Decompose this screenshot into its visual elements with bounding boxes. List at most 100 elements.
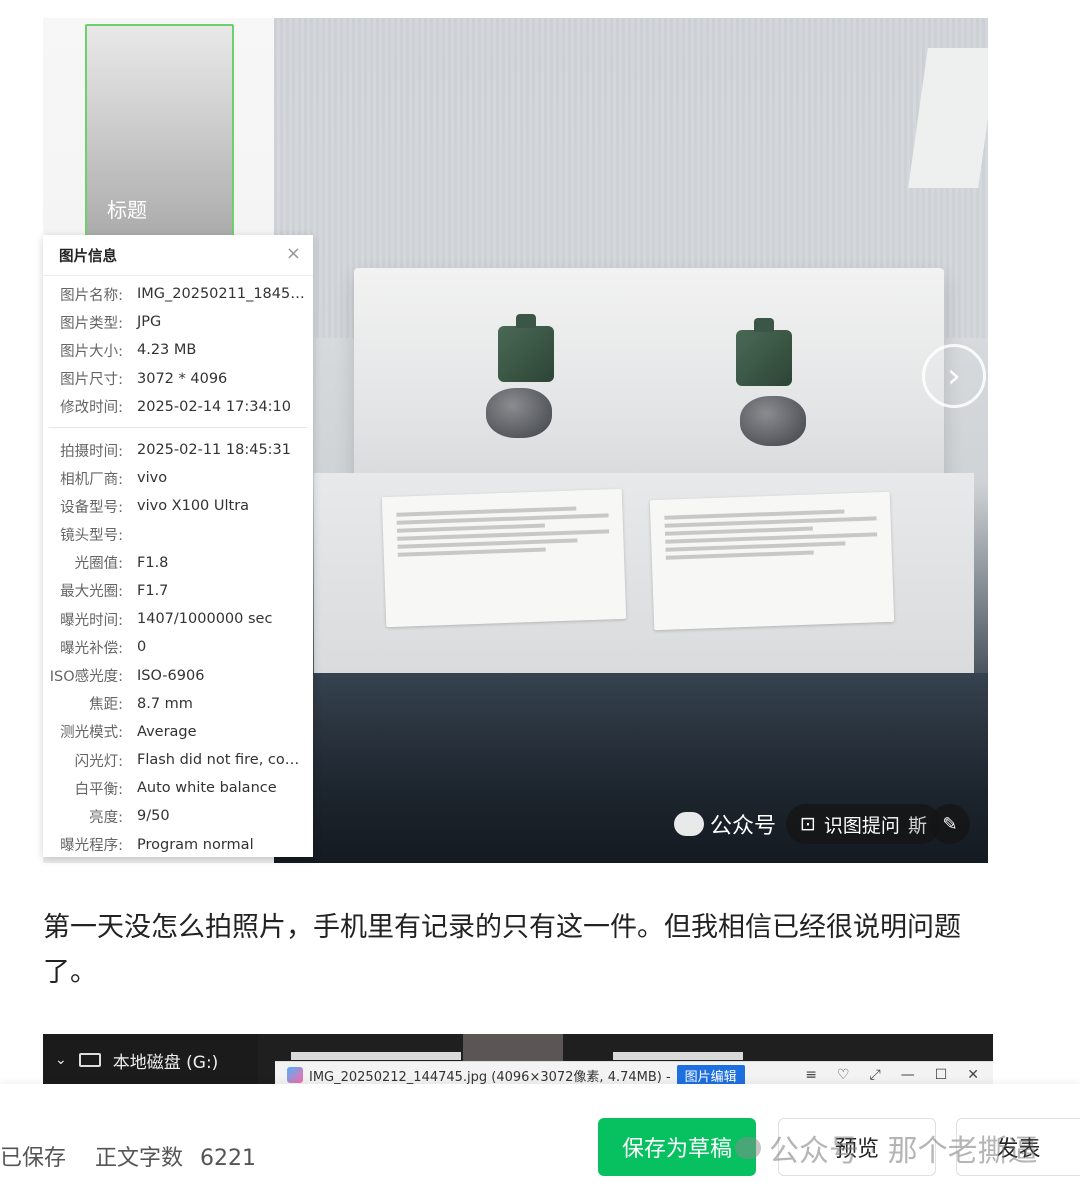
info-key: 修改时间: [60, 400, 123, 417]
saved-status-text: 已保存 [0, 1146, 67, 1171]
info-row: 设备型号: vivo X100 Ultra [43, 492, 313, 520]
chevron-down-icon: ⌄ [55, 1052, 67, 1068]
preview-button[interactable]: 预览 [778, 1118, 936, 1176]
viewer-edit-button[interactable]: 图片编辑 [676, 1064, 745, 1086]
info-key: 图片尺寸: [60, 372, 123, 389]
photo-watermark: 公众号 [674, 808, 776, 840]
info-row: 亮度: 9/50 [43, 802, 313, 830]
info-row: 图片大小: 4.23 MB [43, 336, 313, 364]
info-value: 1407/1000000 sec [137, 611, 273, 628]
word-count-label: 正文字数 [95, 1146, 184, 1171]
info-value: Flash did not fire, comp... [137, 752, 305, 769]
info-divider [49, 426, 307, 428]
info-row: 镜头型号: [43, 521, 313, 549]
fullscreen-icon[interactable]: ⤢ [870, 1067, 881, 1083]
info-value: 3072 * 4096 [137, 370, 228, 387]
photo-watermark-text: 公众号 [710, 814, 777, 839]
article-cover-thumbnail[interactable]: 标题 [85, 24, 234, 250]
info-key: 曝光时间: [60, 612, 123, 629]
drive-icon [78, 1053, 101, 1067]
viewer-app-icon [287, 1067, 303, 1083]
info-value: ISO-6906 [137, 667, 205, 684]
image-edit-icon: ✎ [942, 813, 958, 835]
info-row: 曝光程序: Program normal [43, 831, 313, 859]
info-row: 图片尺寸: 3072 * 4096 [43, 365, 313, 393]
info-row: 图片名称: IMG_20250211_184531 [43, 280, 313, 308]
photo-seal-left [498, 314, 554, 382]
explorer-thumbnail [613, 1052, 743, 1060]
close-icon[interactable]: × [286, 243, 301, 264]
info-value: 8.7 mm [137, 695, 193, 712]
menu-icon[interactable]: ≡ [805, 1067, 817, 1083]
info-row: 曝光补偿: 0 [43, 633, 313, 661]
info-value: 4.23 MB [137, 342, 197, 359]
editor-bottom-bar: 已保存 正文字数 6221 保存为草稿 预览 发表 [0, 1084, 1080, 1195]
info-key: ISO感光度: [49, 669, 123, 686]
ocr-ask-label: 识图提问 [823, 814, 900, 837]
info-row: 修改时间: 2025-02-14 17:34:10 [43, 393, 313, 421]
info-key: 白平衡: [74, 781, 123, 798]
info-key: 最大光圈: [60, 584, 123, 601]
photo-clay-left [486, 388, 552, 438]
info-row: 测光模式: Average [43, 718, 313, 746]
info-panel-header: 图片信息 [43, 235, 313, 276]
word-count-value: 6221 [200, 1146, 257, 1171]
chevron-right-icon: › [947, 356, 961, 396]
info-row: 白平衡: Auto white balance [43, 774, 313, 802]
photo-clay-right [740, 396, 806, 446]
publish-button[interactable]: 发表 [956, 1118, 1080, 1176]
info-key: 拍摄时间: [60, 443, 123, 460]
wechat-icon [674, 812, 704, 836]
info-row: 相机厂商: vivo [43, 464, 313, 492]
maximize-icon[interactable]: ☐ [935, 1067, 948, 1083]
info-key: 测光模式: [60, 725, 123, 742]
minimize-icon[interactable]: — [901, 1067, 915, 1083]
drive-label: 本地磁盘 (G:) [112, 1052, 219, 1073]
save-draft-button[interactable]: 保存为草稿 [598, 1118, 756, 1176]
ocr-ask-button[interactable]: ⊡ 识图提问 斯 [786, 804, 941, 844]
image-edit-button[interactable]: ✎ [930, 804, 970, 844]
explorer-thumbnail [463, 1034, 563, 1064]
scan-icon: ⊡ [800, 813, 816, 835]
info-key: 设备型号: [60, 499, 123, 516]
info-key: 曝光程序: [60, 838, 123, 855]
photo-label-card-right [649, 491, 895, 631]
photo-label-card-left [381, 488, 627, 628]
info-value: Program normal [137, 836, 254, 853]
info-value: 2025-02-11 18:45:31 [137, 442, 291, 459]
info-key: 光圈值: [74, 556, 123, 573]
explorer-thumbnail [291, 1052, 461, 1060]
info-key: 图片大小: [60, 343, 123, 360]
info-key: 闪光灯: [74, 753, 123, 770]
next-image-arrow[interactable]: › [922, 344, 986, 408]
info-row: 图片类型: JPG [43, 308, 313, 336]
info-key: 图片类型: [60, 315, 123, 332]
watermark-tail: 斯 [907, 814, 927, 837]
info-file-rows: 图片名称: IMG_20250211_184531 图片类型: JPG 图片大小: 4… [43, 276, 313, 421]
thumbnail-title: 标题 [107, 198, 147, 222]
viewer-title: IMG_20250212_144745.jpg (4096×3072像素, 4.… [309, 1069, 671, 1085]
info-value: Average [137, 723, 197, 740]
info-key: 焦距: [89, 697, 123, 714]
info-value: F1.7 [137, 582, 169, 599]
info-row: 曝光时间: 1407/1000000 sec [43, 605, 313, 633]
info-value: IMG_20250211_184531 [137, 286, 305, 303]
info-value: F1.8 [137, 554, 169, 571]
close-icon[interactable]: ✕ [967, 1067, 979, 1083]
image-info-panel: 图片信息 × 图片名称: IMG_20250211_184531 图片类型: JPG… [43, 235, 313, 857]
photo-display-plinth [354, 268, 944, 498]
info-row: 最大光圈: F1.7 [43, 577, 313, 605]
info-row: ISO感光度: ISO-6906 [43, 661, 313, 689]
info-key: 亮度: [89, 809, 123, 826]
viewer-window-controls: ≡ ♡ ⤢ — ☐ ✕ [805, 1067, 993, 1083]
info-value: 9/50 [137, 808, 170, 825]
info-key: 图片名称: [60, 287, 123, 304]
info-key: 镜头型号: [60, 528, 123, 545]
explorer-sidebar: ⌄ 本地磁盘 (G:) [43, 1034, 258, 1086]
article-paragraph[interactable]: 第一天没怎么拍照片，手机里有记录的只有这一件。但我相信已经很说明问题了。 [43, 905, 983, 995]
info-row: 焦距: 8.7 mm [43, 690, 313, 718]
info-key: 曝光补偿: [60, 640, 123, 657]
info-value: JPG [137, 314, 162, 331]
photo-seal-right [736, 318, 792, 386]
shirt-icon[interactable]: ♡ [837, 1067, 850, 1083]
